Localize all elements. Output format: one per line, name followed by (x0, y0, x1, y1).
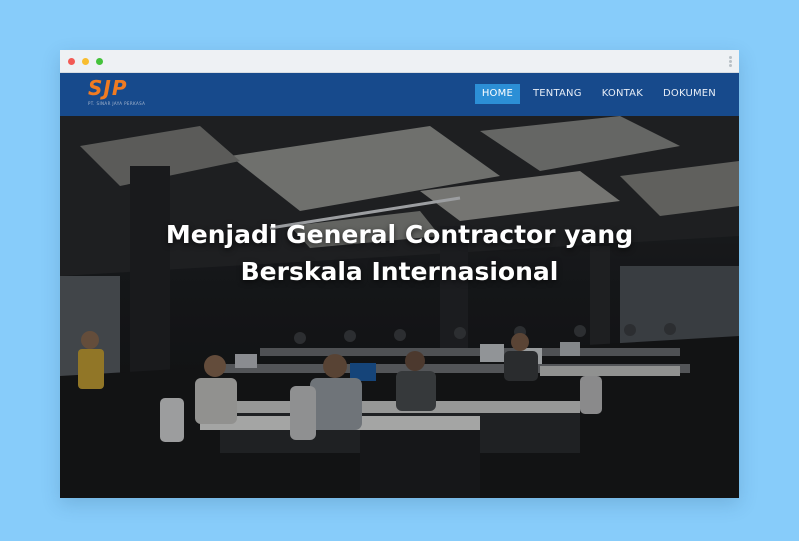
nav-item-kontak[interactable]: KONTAK (595, 84, 650, 104)
nav-item-tentang[interactable]: TENTANG (526, 84, 589, 104)
logo-subtitle: PT. SINAR JAYA PERKASA (88, 101, 146, 106)
nav-item-dokumen[interactable]: DOKUMEN (656, 84, 723, 104)
logo-text: SJP (88, 76, 128, 100)
minimize-window-icon[interactable] (82, 58, 89, 65)
hero-dark-overlay (60, 116, 739, 498)
nav-item-home[interactable]: HOME (474, 84, 520, 104)
close-window-icon[interactable] (68, 58, 75, 65)
kebab-icon[interactable] (729, 56, 732, 67)
browser-titlebar (60, 50, 739, 73)
maximize-window-icon[interactable] (96, 58, 103, 65)
hero-headline-line2: Berskala Internasional (240, 257, 559, 286)
hero-headline: Menjadi General Contractor yang Berskala… (120, 216, 679, 290)
main-nav: HOME TENTANG KONTAK DOKUMEN (474, 84, 723, 104)
site-navbar: SJP PT. SINAR JAYA PERKASA HOME TENTANG … (60, 73, 739, 116)
site-logo[interactable]: SJP PT. SINAR JAYA PERKASA (86, 78, 146, 108)
browser-window: SJP PT. SINAR JAYA PERKASA HOME TENTANG … (60, 50, 739, 498)
hero-headline-line1: Menjadi General Contractor yang (165, 220, 634, 249)
hero-section: Menjadi General Contractor yang Berskala… (60, 116, 739, 498)
